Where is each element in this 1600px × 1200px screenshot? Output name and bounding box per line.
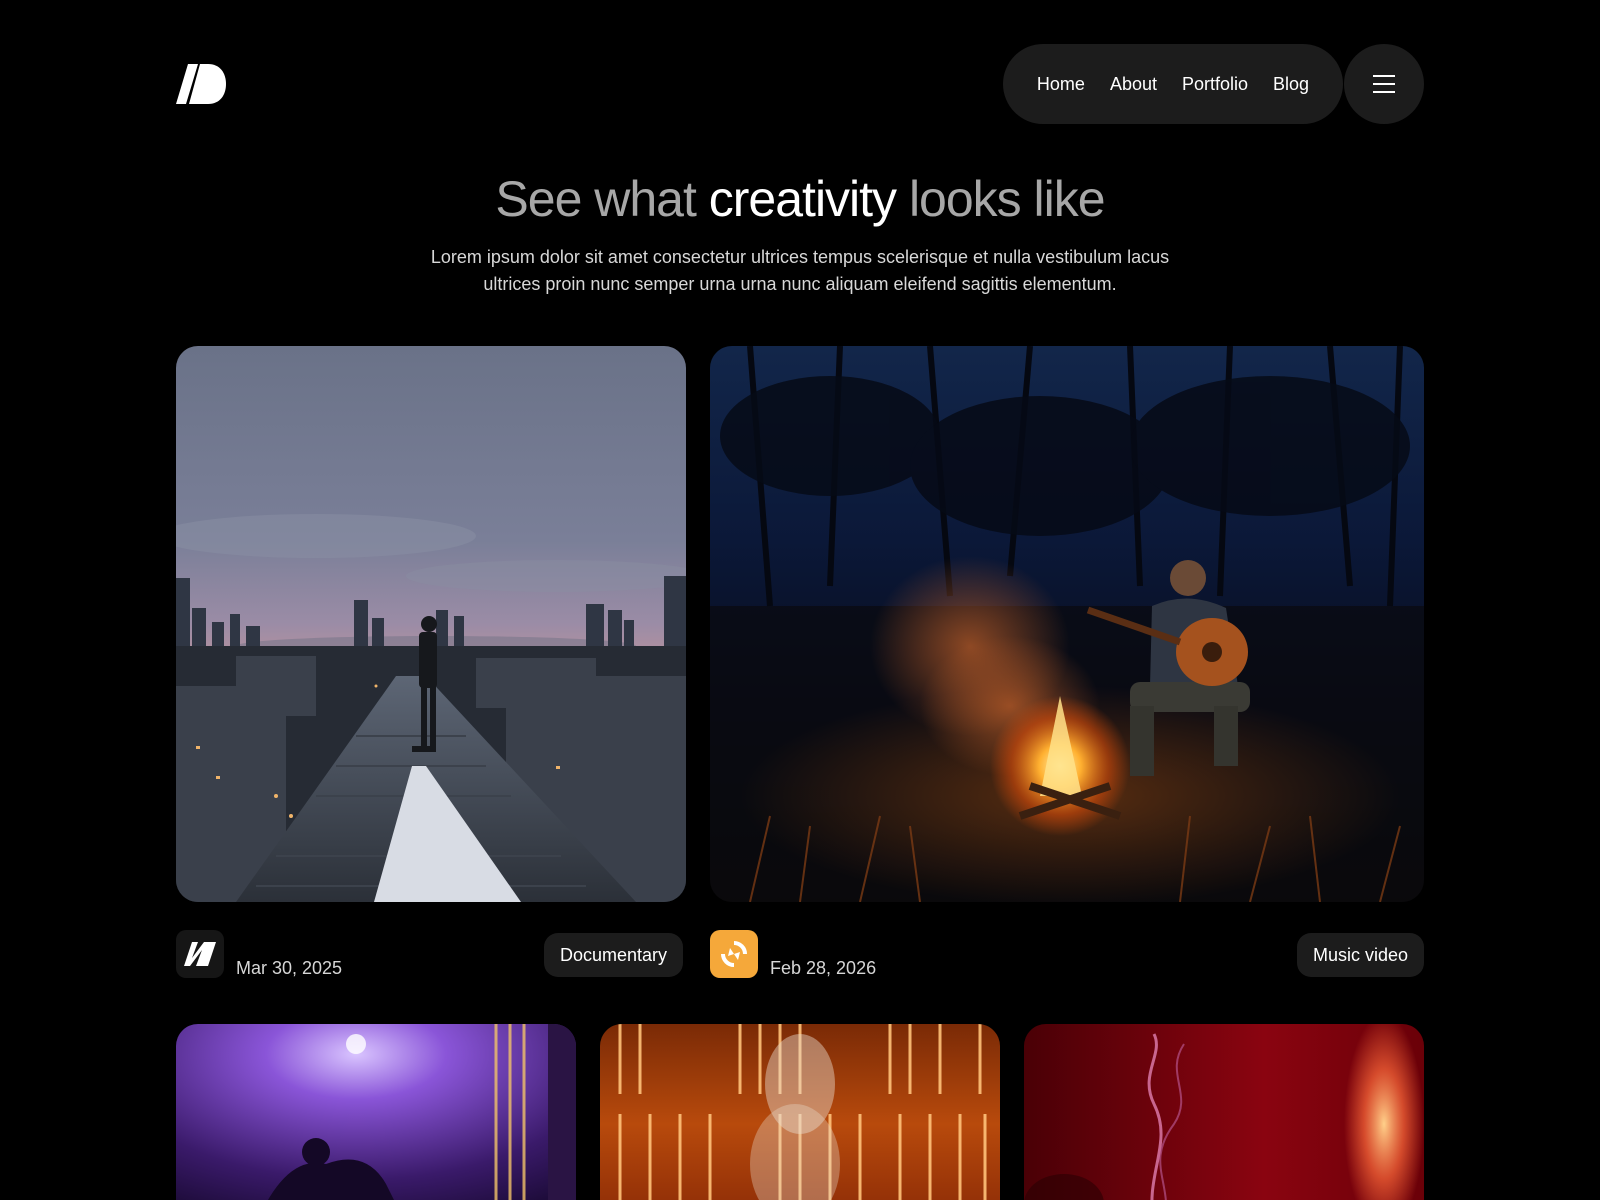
client-logo-black-icon xyxy=(176,930,224,978)
hero-title: See what creativity looks like xyxy=(0,170,1600,228)
portfolio-page: Home About Portfolio Blog See what creat… xyxy=(0,0,1600,1200)
project-date: Mar 30, 2025 xyxy=(236,958,343,978)
category-tag[interactable]: Documentary xyxy=(544,933,684,977)
project-image-orange-neon[interactable] xyxy=(600,1024,1000,1200)
nav-portfolio-link[interactable]: Portfolio xyxy=(1182,74,1248,95)
hero-subtitle: Lorem ipsum dolor sit amet consectetur u… xyxy=(420,244,1180,298)
category-tag[interactable]: Music video xyxy=(1297,933,1425,977)
project-image-city-rooftop[interactable] xyxy=(176,346,686,902)
nav-blog-link[interactable]: Blog xyxy=(1273,74,1309,95)
nav-about-link[interactable]: About xyxy=(1110,74,1157,95)
hamburger-menu-icon xyxy=(1373,75,1395,93)
project-image-red-smoke[interactable] xyxy=(1024,1024,1424,1200)
client-logo-orange-icon xyxy=(710,930,758,978)
brand-logo-icon[interactable] xyxy=(176,64,226,104)
hero-title-before: See what xyxy=(495,171,709,227)
project-image-purple-stage[interactable] xyxy=(176,1024,576,1200)
project-date: Feb 28, 2026 xyxy=(770,958,877,978)
nav-home-link[interactable]: Home xyxy=(1037,74,1085,95)
menu-button[interactable] xyxy=(1344,44,1424,124)
project-image-campfire-guitarist[interactable] xyxy=(710,346,1424,902)
hero-title-after: looks like xyxy=(896,171,1106,227)
hero-title-emphasis: creativity xyxy=(708,171,897,227)
hero-subtitle-line-1: Lorem ipsum dolor sit amet consectetur u… xyxy=(430,247,1170,267)
main-nav: Home About Portfolio Blog xyxy=(1003,44,1343,124)
hero-subtitle-line-2: ultrices proin nunc semper urna urna nun… xyxy=(483,274,1117,294)
